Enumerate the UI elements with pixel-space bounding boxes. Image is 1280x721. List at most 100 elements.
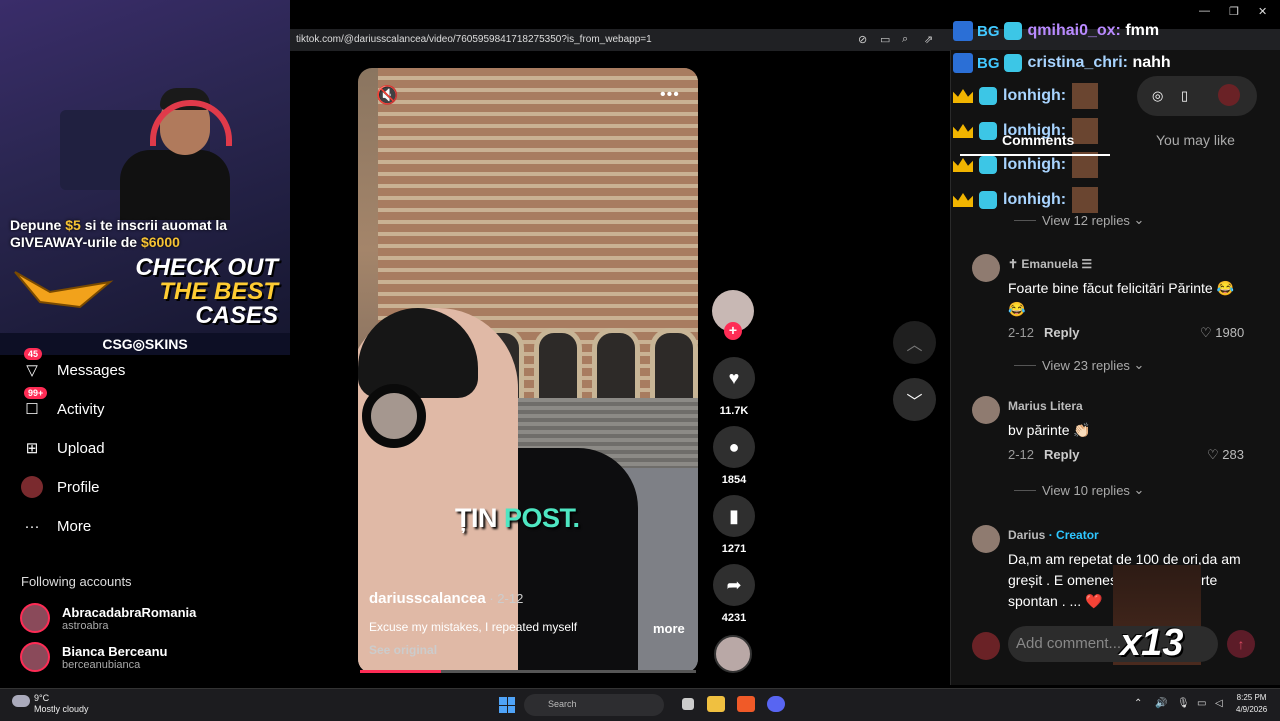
reply-button[interactable]: Reply [1044,325,1079,340]
nav-activity[interactable]: ☐ 99+ Activity [20,387,105,423]
comment-like[interactable]: ♡ 283 [1207,447,1244,463]
save-button[interactable]: ▮ 1271 [712,495,756,555]
see-original-link[interactable]: See original [369,643,437,657]
view-replies-button[interactable]: View 23 replies ⌄ [1014,357,1144,373]
following-account[interactable]: Bianca Berceanu berceanubianca [20,642,168,672]
video-player[interactable] [358,68,698,673]
messages-badge: 45 [24,348,43,360]
windows-start-icon[interactable] [499,697,515,713]
check-out-banner: CHECK OUT THE BEST CASES [135,254,278,329]
chevron-up-icon: ︿ [906,336,923,354]
nav-more[interactable]: ··· More [20,512,92,540]
previous-video-button[interactable]: ︿ [893,321,936,364]
chat-message: BG qmihai0_ox: fmm [953,17,1159,45]
mute-icon[interactable]: 🔇 [376,85,398,106]
comment-meta: 2-12 Reply [1008,325,1080,340]
chat-message: lonhigh: [953,82,1099,110]
brave-browser-icon[interactable] [737,696,755,712]
nav-more-label: More [57,517,92,535]
speaker-icon[interactable]: 🔊 [1155,698,1167,709]
comment-count: 1854 [721,474,747,486]
discord-icon[interactable] [767,696,785,712]
view-replies-button[interactable]: View 10 replies ⌄ [1014,482,1144,498]
follow-plus-icon[interactable]: + [724,322,742,340]
network-icon[interactable]: ▭ [1197,698,1206,709]
zoom-icon[interactable]: ⌕ [902,33,908,46]
video-author[interactable]: dariusscalancea · 2-12 [369,590,523,607]
comment-text: bv părinte 👏🏻 [1008,422,1091,438]
avatar [20,642,50,672]
comment-meta: 2-12 Reply [1008,447,1080,462]
tray-overflow-icon[interactable]: ⌃ [1134,698,1142,709]
emote-icon [1072,118,1099,144]
comment-author[interactable]: Darius · Creator [1008,528,1099,542]
avatar[interactable] [972,254,1000,282]
creator-label: · Creator [1045,528,1099,542]
tab-you-may-like[interactable]: You may like [1156,132,1235,148]
video-progress-bar[interactable] [360,670,696,673]
like-count: 11.7K [719,405,749,417]
comment-author[interactable]: Marius Litera [1008,399,1083,413]
address-url[interactable]: tiktok.com/@dariusscalancea/video/760595… [296,34,652,45]
crown-icon [953,124,973,138]
minimize-icon[interactable]: — [1199,5,1210,17]
chat-user: lonhigh: [1003,191,1067,208]
comment-button[interactable]: ● 1854 [712,426,756,486]
phone-icon[interactable]: ▯ [1181,88,1188,104]
like-button[interactable]: ♥ 11.7K [712,357,756,417]
avatar[interactable] [972,396,1000,424]
volume-icon[interactable]: ◁ [1215,698,1223,709]
bookmark-icon: ▮ [713,495,755,537]
video-description: Excuse my mistakes, I repeated myself [369,620,578,634]
account-name: Bianca Berceanu [62,643,168,659]
share-button[interactable]: ➦ 4231 [712,564,756,624]
nav-messages[interactable]: ▽ 45 Messages [20,348,125,384]
taskbar-search[interactable] [524,694,664,716]
chevron-down-icon: ﹀ [906,393,923,411]
chat-user: lonhigh: [1003,156,1067,173]
upload-icon: ⊞ [25,440,39,457]
reply-button[interactable]: Reply [1044,447,1079,462]
microphone-icon[interactable]: 🎙 [1177,698,1190,709]
comment-author[interactable]: ✝ Emanuela ☰ [1008,257,1092,271]
messages-icon: ▽ 45 [20,348,44,382]
comment-like[interactable]: ♡ 1980 [1200,325,1244,341]
robot-icon [979,156,997,174]
send-button[interactable]: ↑ [1227,630,1255,658]
video-progress-fill [360,670,441,673]
robot-icon [979,87,997,105]
music-disc-icon[interactable] [714,635,752,673]
more-button[interactable]: more [653,621,685,636]
share-icon[interactable]: ⇗ [924,33,933,46]
account-name: AbracadabraRomania [62,604,197,620]
chat-text: nahh [1132,54,1171,71]
video-options-icon[interactable]: ••• [660,86,680,104]
avatar[interactable] [972,525,1000,553]
next-video-button[interactable]: ﹀ [893,378,936,421]
streamer-body [120,150,230,220]
file-explorer-icon[interactable] [707,696,725,712]
nav-upload-label: Upload [57,439,105,457]
comment-text: Foarte bine făcut felicitări Părinte 😂😂 [1008,280,1234,317]
chat-user: cristina_chri: [1027,54,1128,71]
view-replies-button[interactable]: View 12 replies ⌄ [1014,212,1144,228]
maximize-icon[interactable]: ❐ [1229,5,1239,18]
cloud-icon[interactable] [12,695,30,707]
clock[interactable]: 8:25 PM 4/9/2026 [1236,692,1267,716]
screen-icon[interactable]: ▭ [880,33,890,46]
compass-icon[interactable]: ◎ [1152,88,1163,104]
tab-comments[interactable]: Comments [1002,132,1074,148]
emote-icon [1072,187,1099,213]
nav-profile[interactable]: Profile [20,473,100,501]
following-account[interactable]: AbracadabraRomania astroabra [20,603,196,633]
heart-icon: ♥ [713,357,755,399]
chat-user: lonhigh: [1003,87,1067,104]
badge-icon: BG [977,54,1000,72]
user-avatar[interactable] [1218,84,1240,106]
nav-upload[interactable]: ⊞ Upload [20,434,105,462]
translate-icon[interactable]: ⊘ [858,33,867,46]
close-icon[interactable]: ✕ [1258,5,1267,18]
weather-widget[interactable]: 9°C Mostly cloudy [34,693,89,715]
task-view-icon[interactable] [682,698,694,710]
taskbar-search-label: Search [548,699,577,709]
